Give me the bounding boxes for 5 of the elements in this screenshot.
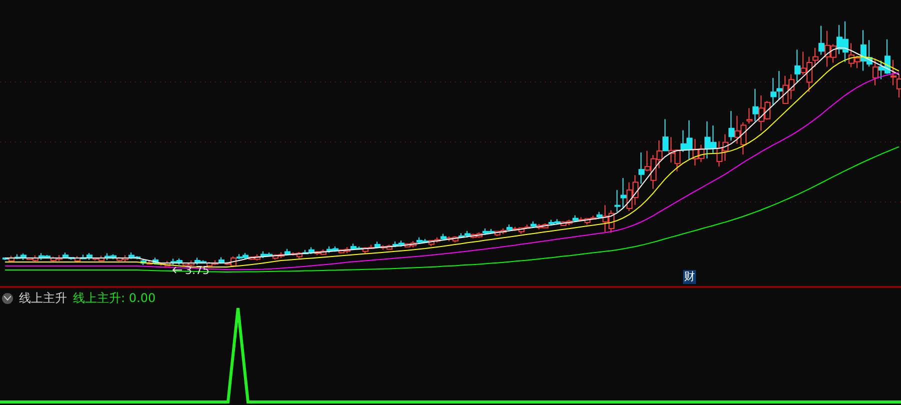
indicator-value: 线上主升: 0.00 xyxy=(73,290,156,306)
collapse-icon[interactable] xyxy=(2,292,13,304)
event-badge[interactable]: 财 xyxy=(683,270,696,284)
indicator-name: 线上主升 xyxy=(19,290,67,306)
arrow-icon xyxy=(172,266,182,274)
